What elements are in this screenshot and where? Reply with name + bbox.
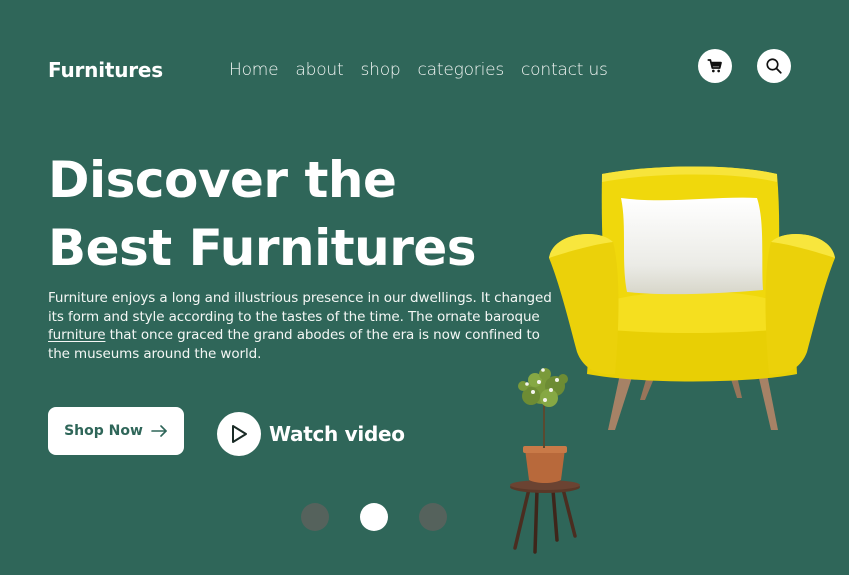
cart-button[interactable] bbox=[698, 49, 732, 83]
cart-icon bbox=[707, 59, 722, 73]
watch-video-button[interactable]: Watch video bbox=[217, 412, 405, 456]
nav-shop[interactable]: shop bbox=[360, 60, 400, 80]
description-text-2: that once graced the grand abodes of the… bbox=[48, 327, 540, 362]
furniture-link[interactable]: furniture bbox=[48, 327, 106, 343]
description-text-1: Furniture enjoys a long and illustrious … bbox=[48, 290, 552, 325]
nav-contact-us[interactable]: contact us bbox=[521, 60, 608, 80]
hero-headline: Discover the Best Furnitures bbox=[48, 146, 477, 282]
shop-now-button[interactable]: Shop Now bbox=[48, 407, 184, 455]
shop-now-label: Shop Now bbox=[64, 423, 143, 439]
yellow-armchair-image bbox=[549, 166, 835, 430]
headline-line-1: Discover the bbox=[48, 151, 397, 209]
arrow-right-icon bbox=[151, 425, 167, 437]
play-button[interactable] bbox=[217, 412, 261, 456]
carousel-dot-2[interactable] bbox=[360, 503, 388, 531]
nav-home[interactable]: Home bbox=[229, 60, 279, 80]
watch-video-label: Watch video bbox=[269, 422, 405, 446]
play-icon bbox=[232, 425, 247, 443]
carousel-dot-3[interactable] bbox=[419, 503, 447, 531]
headline-line-2: Best Furnitures bbox=[48, 219, 477, 277]
nav-about[interactable]: about bbox=[295, 60, 343, 80]
main-nav: Home about shop categories contact us bbox=[229, 60, 625, 80]
hero-description: Furniture enjoys a long and illustrious … bbox=[48, 289, 558, 363]
nav-categories[interactable]: categories bbox=[418, 60, 505, 80]
brand-logo[interactable]: Furnitures bbox=[48, 58, 163, 82]
carousel-dot-1[interactable] bbox=[301, 503, 329, 531]
search-icon bbox=[766, 58, 782, 74]
search-button[interactable] bbox=[757, 49, 791, 83]
potted-plant-image bbox=[510, 368, 580, 554]
